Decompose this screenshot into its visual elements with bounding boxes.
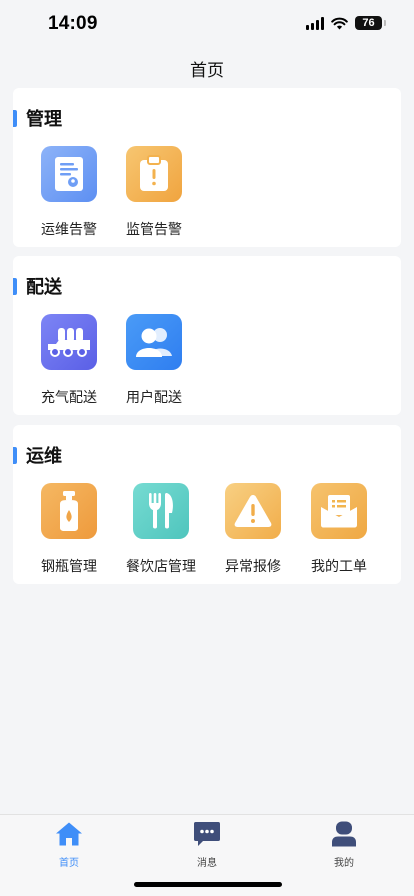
section-title: 配送 — [26, 277, 62, 298]
tile-user-delivery[interactable]: 用户配送 — [114, 314, 194, 407]
section-card-delivery: 配送 充气配送 用户配送 — [13, 256, 401, 415]
tile-label: 监管告警 — [126, 222, 182, 238]
section-header: 管理 — [13, 108, 62, 130]
gas-bottle-icon — [41, 483, 97, 539]
section-card-management: 管理 运维告警 监管告警 — [13, 88, 401, 247]
message-icon — [194, 822, 220, 846]
tile-gas-delivery[interactable]: 充气配送 — [29, 314, 109, 407]
users-icon — [126, 314, 182, 370]
tile-label: 用户配送 — [126, 390, 182, 406]
battery-icon: 76 — [355, 16, 386, 30]
clipboard-alert-icon — [126, 146, 182, 202]
tile-label: 餐饮店管理 — [126, 559, 196, 575]
section-title: 管理 — [26, 109, 62, 130]
tile-label: 运维告警 — [41, 222, 97, 238]
tile-label: 我的工单 — [311, 559, 367, 575]
cutlery-icon — [133, 483, 189, 539]
tile-label: 异常报修 — [225, 559, 281, 575]
section-title: 运维 — [26, 446, 62, 467]
status-icons: 76 — [306, 16, 386, 30]
signal-icon — [306, 16, 324, 30]
section-accent-bar — [13, 109, 17, 127]
page-title: 首页 — [190, 61, 224, 81]
tile-my-work-orders[interactable]: 我的工单 — [299, 483, 379, 576]
tile-fault-report[interactable]: 异常报修 — [213, 483, 293, 576]
tab-label: 我的 — [334, 858, 354, 869]
home-icon — [56, 822, 82, 846]
tab-home[interactable]: 首页 — [39, 821, 99, 869]
tile-supervision-alarm[interactable]: 监管告警 — [114, 146, 194, 239]
tab-label: 首页 — [59, 858, 79, 869]
tile-ops-alarm[interactable]: 运维告警 — [29, 146, 109, 239]
warning-icon — [225, 483, 281, 539]
tile-cylinder-management[interactable]: 钢瓶管理 — [29, 483, 109, 576]
status-bar: 14:09 76 — [0, 0, 414, 50]
certificate-icon — [41, 146, 97, 202]
home-indicator[interactable] — [134, 882, 282, 887]
tab-label: 消息 — [197, 858, 217, 869]
work-order-icon — [311, 483, 367, 539]
tile-restaurant-management[interactable]: 餐饮店管理 — [121, 483, 201, 576]
section-accent-bar — [13, 277, 17, 295]
section-header: 运维 — [13, 445, 62, 467]
section-card-operations: 运维 钢瓶管理 餐饮店管理 异常报修 我的工单 — [13, 425, 401, 584]
wifi-icon — [331, 17, 348, 29]
tab-messages[interactable]: 消息 — [177, 821, 237, 869]
status-time: 14:09 — [48, 13, 98, 34]
section-header: 配送 — [13, 276, 62, 298]
tile-label: 充气配送 — [41, 390, 97, 406]
user-profile-icon — [332, 821, 356, 847]
tile-label: 钢瓶管理 — [41, 559, 97, 575]
gas-truck-icon — [41, 314, 97, 370]
section-accent-bar — [13, 446, 17, 464]
tab-profile[interactable]: 我的 — [314, 821, 374, 869]
